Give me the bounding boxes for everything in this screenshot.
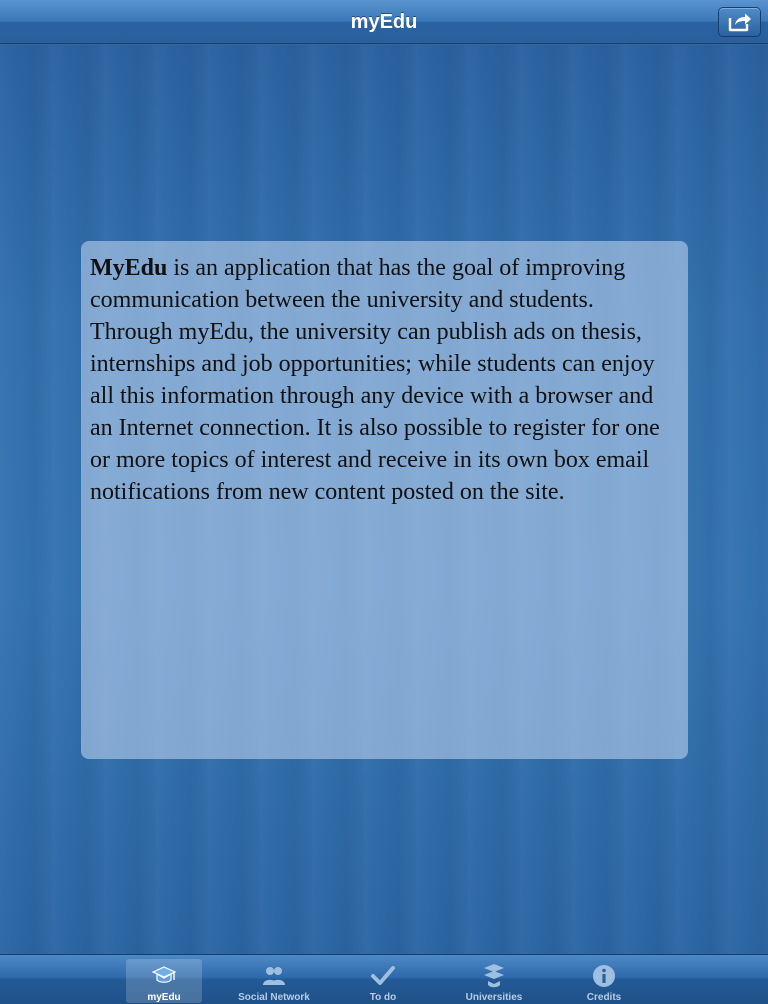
share-arrow-icon [728,13,751,32]
info-icon [593,965,615,987]
info-card: MyEdu is an application that has the goa… [81,241,688,759]
graduation-cap-icon [151,966,177,983]
description-text: MyEdu is an application that has the goa… [90,252,679,508]
description-body: is an application that has the goal of i… [90,255,660,505]
share-button[interactable] [718,7,761,37]
tab-credits[interactable]: Credits [566,959,642,1003]
tab-label: myEdu [147,992,181,1003]
tab-label: Universities [465,992,523,1003]
navigation-bar: myEdu [0,0,768,44]
tab-label: Credits [586,992,622,1003]
checkmark-icon [371,966,395,985]
people-icon [263,967,285,985]
tab-bar: myEdu Social Network To do Universities … [0,954,768,1004]
tab-label: To do [369,992,397,1003]
tab-myedu[interactable]: myEdu [126,959,202,1003]
page-title: myEdu [350,11,418,33]
tab-label: Social Network [238,992,310,1003]
tab-social-network[interactable]: Social Network [236,959,312,1003]
tab-universities[interactable]: Universities [456,959,532,1003]
app-name-bold: MyEdu [90,255,168,281]
graduation-caps-icon [484,964,504,988]
tab-to-do[interactable]: To do [345,959,421,1003]
